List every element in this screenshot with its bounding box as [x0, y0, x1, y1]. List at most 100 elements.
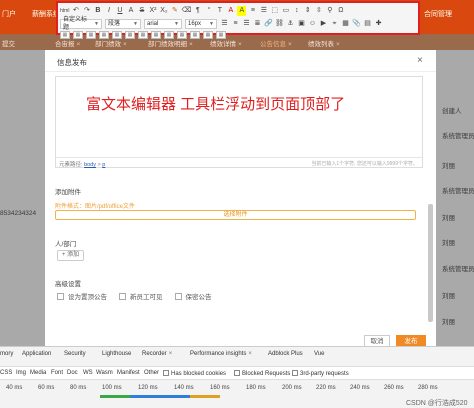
table-tool-icon[interactable]: ▦	[203, 31, 213, 39]
checkbox[interactable]	[292, 370, 298, 376]
line-height-icon[interactable]: ⇳	[314, 6, 323, 16]
confidential-checkbox[interactable]: 保密公告	[174, 291, 212, 301]
template-icon[interactable]: ▤	[363, 19, 372, 29]
devtools-tab[interactable]: Vue	[314, 351, 324, 357]
undo-icon[interactable]: ↶	[71, 6, 80, 16]
pin-announcement-checkbox[interactable]: 设为置顶公告	[57, 291, 107, 301]
blocked-requests-filter[interactable]: Blocked Requests	[234, 370, 290, 377]
scrollbar-thumb[interactable]	[428, 204, 433, 322]
font-family-select[interactable]: arial ▼	[144, 19, 182, 29]
font-size-select[interactable]: 16px ▼	[185, 19, 217, 29]
tab-item-active[interactable]: 公告信息 ×	[260, 38, 292, 48]
close-icon[interactable]: ×	[248, 351, 252, 357]
devtools-tab[interactable]: Performance insights ×	[190, 351, 252, 357]
element-path-link[interactable]: body	[84, 162, 96, 168]
filter-button[interactable]: Font	[51, 370, 63, 376]
link-icon[interactable]: 🔗	[264, 19, 273, 29]
table-tool-icon[interactable]: ▦	[112, 31, 122, 39]
close-icon[interactable]: ×	[288, 41, 292, 48]
close-icon[interactable]: ×	[238, 41, 242, 48]
table-tool-icon[interactable]: ▦	[151, 31, 161, 39]
close-icon[interactable]: ×	[123, 41, 127, 48]
unlink-icon[interactable]: ⛓	[275, 19, 284, 29]
add-button[interactable]: + 添加	[57, 250, 85, 261]
devtools-tab[interactable]: Application	[22, 351, 51, 357]
table-tool-icon[interactable]: ▦	[177, 31, 187, 39]
rich-text-editor[interactable]: 富文本编辑器 工具栏浮动到页面顶部了 元素路径: body > p 当前已输入1…	[55, 76, 423, 168]
pasteplain-icon[interactable]: T	[215, 6, 224, 16]
select-all-icon[interactable]: ⬚	[270, 6, 279, 16]
map-icon[interactable]: ⌖	[330, 19, 339, 29]
filter-button[interactable]: Media	[30, 370, 46, 376]
table-tool-icon[interactable]: ▦	[86, 31, 96, 39]
clear-format-icon[interactable]: ⌫	[181, 6, 191, 16]
subscript-icon[interactable]: X₂	[159, 6, 168, 16]
filter-button[interactable]: Img	[16, 370, 26, 376]
tab-item[interactable]: 绩效列表 ×	[308, 38, 340, 48]
backcolor-icon[interactable]: A	[237, 6, 247, 16]
blockquote-icon[interactable]: “	[204, 6, 213, 16]
checkbox[interactable]	[119, 292, 126, 300]
forecolor-icon[interactable]: A	[226, 6, 235, 16]
emotion-icon[interactable]: ☺	[308, 19, 317, 29]
formula-icon[interactable]: Ω	[336, 6, 345, 16]
underline-icon[interactable]: U	[115, 6, 124, 16]
ordered-list-icon[interactable]: ≡	[248, 6, 257, 16]
table-tool-icon[interactable]: ▦	[99, 31, 109, 39]
checkbox[interactable]	[163, 370, 169, 376]
table-tool-icon[interactable]: ▦	[164, 31, 174, 39]
filter-button[interactable]: CSS	[0, 370, 12, 376]
checkbox[interactable]	[57, 292, 64, 300]
align-justify-icon[interactable]: ≣	[253, 19, 262, 29]
heading-select[interactable]: 自定义标题 ▼	[60, 17, 102, 31]
superscript-icon[interactable]: X²	[148, 6, 157, 16]
image-icon[interactable]: ▣	[297, 19, 306, 29]
close-icon[interactable]: ×	[77, 41, 81, 48]
table-tool-icon[interactable]: ▦	[216, 31, 226, 39]
font-border-icon[interactable]: A	[126, 6, 135, 16]
nav-item[interactable]: 门户	[2, 9, 16, 19]
align-left-icon[interactable]: ☰	[220, 19, 229, 29]
drafts-icon[interactable]: ✚	[374, 19, 383, 29]
italic-icon[interactable]: I	[104, 6, 113, 16]
devtools-tab[interactable]: Security	[64, 351, 86, 357]
anchor-icon[interactable]: ⚓	[286, 19, 295, 29]
table-tool-icon[interactable]: ▦	[60, 31, 70, 39]
filter-button[interactable]: WS	[83, 370, 93, 376]
filter-button[interactable]: Wasm	[96, 370, 113, 376]
format-match-icon[interactable]: ✎	[170, 6, 179, 16]
close-icon[interactable]: ×	[417, 55, 423, 66]
devtools-tab[interactable]: mory	[0, 351, 13, 357]
search-replace-icon[interactable]: ⚲	[325, 6, 334, 16]
autotype-icon[interactable]: ¶	[193, 6, 202, 16]
nav-item[interactable]: 合同管理	[424, 9, 452, 19]
paragraph-select[interactable]: 段落 ▼	[105, 19, 141, 29]
table-tool-icon[interactable]: ▦	[138, 31, 148, 39]
table-tool-icon[interactable]: ▦	[125, 31, 135, 39]
table-tool-icon[interactable]: ▦	[190, 31, 200, 39]
filter-button[interactable]: Manifest	[117, 370, 140, 376]
has-blocked-cookies-filter[interactable]: Has blocked cookies	[163, 370, 226, 377]
redo-icon[interactable]: ↷	[82, 6, 91, 16]
clear-doc-icon[interactable]: ▭	[281, 6, 290, 16]
video-icon[interactable]: ▶	[319, 19, 328, 29]
element-path-link[interactable]: p	[102, 162, 105, 168]
checkbox[interactable]	[234, 370, 240, 376]
new-staff-visible-checkbox[interactable]: 新员工可见	[119, 291, 163, 301]
third-party-requests-filter[interactable]: 3rd-party requests	[292, 370, 349, 377]
bold-icon[interactable]: B	[93, 6, 102, 16]
row-spacing-top-icon[interactable]: ↕	[292, 6, 301, 16]
close-icon[interactable]: ×	[336, 41, 340, 48]
align-center-icon[interactable]: ≡	[231, 19, 240, 29]
choose-attachment-button[interactable]: 选择附件	[55, 210, 416, 220]
strikethrough-icon[interactable]: S	[137, 6, 146, 16]
devtools-tab[interactable]: Lighthouse	[102, 351, 131, 357]
devtools-tab[interactable]: Adblock Plus	[268, 351, 303, 357]
filter-button[interactable]: Other	[144, 370, 159, 376]
table-icon[interactable]: ▦	[341, 19, 350, 29]
close-icon[interactable]: ×	[189, 41, 193, 48]
unordered-list-icon[interactable]: ☰	[259, 6, 268, 16]
align-right-icon[interactable]: ☰	[242, 19, 251, 29]
html-source-icon[interactable]: html	[60, 6, 69, 16]
table-tool-icon[interactable]: ▦	[73, 31, 83, 39]
